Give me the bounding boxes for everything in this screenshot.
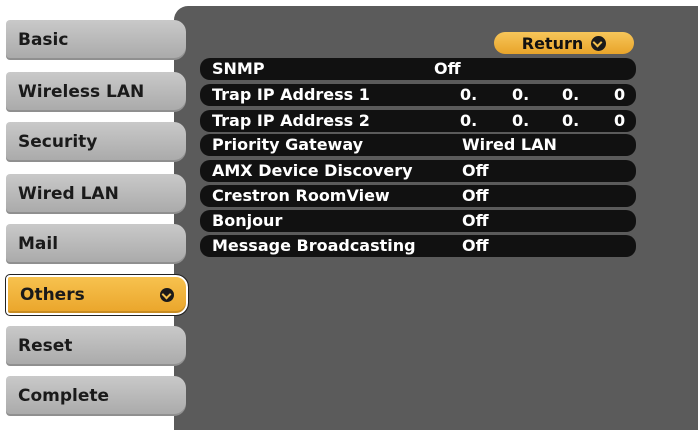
sidebar-item-complete[interactable]: Complete — [6, 376, 186, 416]
ip-octet[interactable]: 0. — [512, 85, 529, 104]
setting-name: Trap IP Address 1 — [212, 85, 370, 104]
sidebar-item-label: Wired LAN — [18, 184, 119, 204]
setting-value: Off — [462, 186, 489, 205]
return-button[interactable]: Return — [494, 32, 634, 54]
ip-octet[interactable]: 0. — [460, 111, 477, 130]
sidebar-item-label: Reset — [18, 336, 73, 356]
sidebar-item-mail[interactable]: Mail — [6, 224, 186, 264]
ip-octet[interactable]: 0. — [460, 85, 477, 104]
sidebar-item-label: Mail — [18, 234, 59, 254]
setting-value: Off — [434, 59, 461, 78]
projector-settings-screen: Basic Wireless LAN Security Wired LAN Ma… — [0, 0, 698, 430]
sidebar-item-label: Complete — [18, 386, 110, 406]
setting-row-bonjour[interactable]: Bonjour Off — [200, 210, 636, 232]
setting-row-amx-device-discovery[interactable]: AMX Device Discovery Off — [200, 160, 636, 182]
sidebar-item-security[interactable]: Security — [6, 122, 186, 162]
sidebar-item-basic[interactable]: Basic — [6, 20, 186, 60]
setting-row-trap-ip-2[interactable]: Trap IP Address 2 0. 0. 0. 0 — [200, 110, 636, 132]
sidebar-item-label: Basic — [18, 30, 69, 50]
setting-row-message-broadcasting[interactable]: Message Broadcasting Off — [200, 235, 636, 257]
setting-value: Off — [462, 211, 489, 230]
setting-row-trap-ip-1[interactable]: Trap IP Address 1 0. 0. 0. 0 — [200, 84, 636, 106]
setting-name: Priority Gateway — [212, 135, 364, 154]
sidebar-item-wired-lan[interactable]: Wired LAN — [6, 174, 186, 214]
setting-name: Crestron RoomView — [212, 186, 390, 205]
setting-name: Bonjour — [212, 211, 283, 230]
setting-value: Off — [462, 236, 489, 255]
ip-octet[interactable]: 0 — [614, 85, 625, 104]
sidebar-item-reset[interactable]: Reset — [6, 326, 186, 366]
sidebar-item-label: Wireless LAN — [18, 82, 145, 102]
setting-value: Wired LAN — [462, 135, 557, 154]
sidebar-item-label: Security — [18, 132, 98, 152]
setting-name: SNMP — [212, 59, 265, 78]
setting-row-priority-gateway[interactable]: Priority Gateway Wired LAN — [200, 134, 636, 156]
setting-name: Trap IP Address 2 — [212, 111, 370, 130]
sidebar-item-others[interactable]: Others — [5, 274, 189, 316]
setting-value: Off — [462, 161, 489, 180]
setting-row-crestron-roomview[interactable]: Crestron RoomView Off — [200, 185, 636, 207]
setting-row-snmp[interactable]: SNMP Off — [200, 58, 636, 80]
setting-name: Message Broadcasting — [212, 236, 416, 255]
ip-octet[interactable]: 0. — [512, 111, 529, 130]
setting-name: AMX Device Discovery — [212, 161, 413, 180]
ip-octet[interactable]: 0. — [562, 85, 579, 104]
enter-icon — [160, 288, 174, 302]
ip-octet[interactable]: 0. — [562, 111, 579, 130]
return-button-label: Return — [521, 33, 584, 53]
ip-octet[interactable]: 0 — [614, 111, 625, 130]
sidebar-item-label: Others — [20, 285, 85, 305]
sidebar-item-wireless-lan[interactable]: Wireless LAN — [6, 72, 186, 112]
enter-icon — [591, 35, 607, 51]
